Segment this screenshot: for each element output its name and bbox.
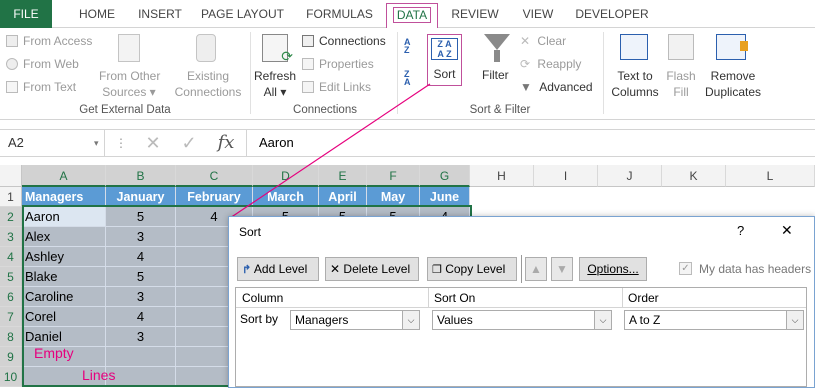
- delete-level-icon: ✕: [330, 262, 341, 276]
- header-divider: [428, 288, 429, 308]
- copy-level-icon: ❐: [432, 264, 442, 276]
- copy-level-button[interactable]: ❐ Copy Level: [427, 257, 517, 281]
- move-up-button[interactable]: ▲: [525, 257, 547, 281]
- headers-checkbox-label: My data has headers: [699, 262, 812, 276]
- column-header-label: Column: [242, 291, 284, 305]
- header-divider: [622, 288, 623, 308]
- chevron-down-icon: ⌵: [594, 311, 611, 329]
- order-header-label: Order: [628, 291, 659, 305]
- options-button[interactable]: Options...: [579, 257, 647, 281]
- sort-levels-header: [236, 288, 806, 308]
- sort-on-select-value: Values: [437, 313, 473, 327]
- annotation-connector-line: [229, 83, 431, 219]
- order-select-value: A to Z: [629, 313, 661, 327]
- sort-dialog: Sort ? ✕ ↱ Add Level ✕ Delete Level ❐ Co…: [228, 216, 815, 388]
- chevron-down-icon: ⌵: [402, 311, 419, 329]
- help-button[interactable]: ?: [737, 223, 744, 238]
- sort-on-header-label: Sort On: [434, 291, 476, 305]
- column-select[interactable]: Managers ⌵: [290, 310, 420, 330]
- add-level-label: Add Level: [253, 262, 308, 276]
- order-select[interactable]: A to Z ⌵: [624, 310, 804, 330]
- add-level-icon: ↱: [242, 264, 252, 276]
- toolbar-separator: [521, 255, 522, 283]
- move-down-button[interactable]: ▼: [551, 257, 573, 281]
- sort-by-label: Sort by: [240, 312, 279, 326]
- chevron-down-icon: ⌵: [786, 311, 803, 329]
- copy-level-label: Copy Level: [445, 262, 506, 276]
- headers-checkbox[interactable]: ✓: [679, 262, 692, 275]
- add-level-button[interactable]: ↱ Add Level: [237, 257, 319, 281]
- sort-levels-list: Column Sort On Order Sort by Managers ⌵ …: [235, 287, 807, 387]
- delete-level-label: Delete Level: [343, 262, 411, 276]
- close-button[interactable]: ✕: [781, 222, 793, 239]
- dialog-title: Sort: [239, 225, 262, 239]
- column-select-value: Managers: [295, 313, 349, 327]
- delete-level-button[interactable]: ✕ Delete Level: [325, 257, 419, 281]
- sort-on-select[interactable]: Values ⌵: [432, 310, 612, 330]
